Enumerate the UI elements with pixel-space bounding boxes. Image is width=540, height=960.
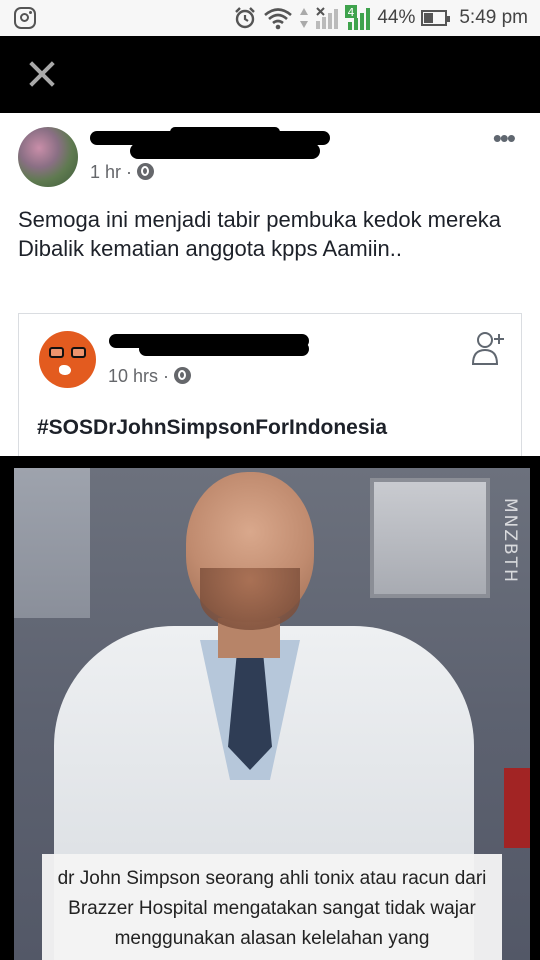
battery-icon <box>421 10 451 26</box>
instagram-icon <box>14 7 36 29</box>
wifi-icon <box>264 8 293 30</box>
battery-percent: 44% <box>377 7 416 28</box>
image-watermark: MNZBTH <box>500 498 520 584</box>
add-friend-icon[interactable] <box>471 330 507 366</box>
post-timestamp[interactable]: 1 hr · <box>90 162 155 183</box>
image-caption: dr John Simpson seorang ahli tonix atau … <box>42 854 502 960</box>
globe-icon <box>174 367 192 384</box>
more-options-icon[interactable]: ••• <box>493 125 516 151</box>
post-text: Semoga ini menjadi tabir pembuka kedok m… <box>18 207 502 261</box>
close-icon[interactable] <box>26 58 58 90</box>
redacted-author-name <box>130 143 320 159</box>
data-arrows-icon <box>300 8 309 28</box>
avatar[interactable] <box>18 127 78 187</box>
redacted-author-name <box>170 127 280 137</box>
shared-post-avatar[interactable] <box>39 331 96 388</box>
clock: 5:49 pm <box>459 7 528 28</box>
shared-post-timestamp[interactable]: 10 hrs · <box>108 366 192 387</box>
signal-sim2-icon: 4 <box>345 5 371 30</box>
status-bar: 4 44% 5:49 pm <box>0 0 540 36</box>
redacted-page-name <box>139 342 309 356</box>
post-header: 1 hr · ••• <box>0 113 540 193</box>
svg-text:4: 4 <box>348 6 355 19</box>
hashtag-link[interactable]: #SOSDrJohnSimpsonForIndonesia <box>37 416 387 440</box>
globe-icon <box>137 163 155 180</box>
post-image[interactable]: MNZBTH dr John Simpson seorang ahli toni… <box>0 456 540 960</box>
viewer-header <box>0 36 540 113</box>
alarm-icon <box>235 7 256 29</box>
signal-icon <box>316 7 339 29</box>
photo-content: MNZBTH dr John Simpson seorang ahli toni… <box>14 468 530 960</box>
shared-post-card[interactable]: 10 hrs · #SOSDrJohnSimpsonForIndonesia <box>18 313 522 456</box>
